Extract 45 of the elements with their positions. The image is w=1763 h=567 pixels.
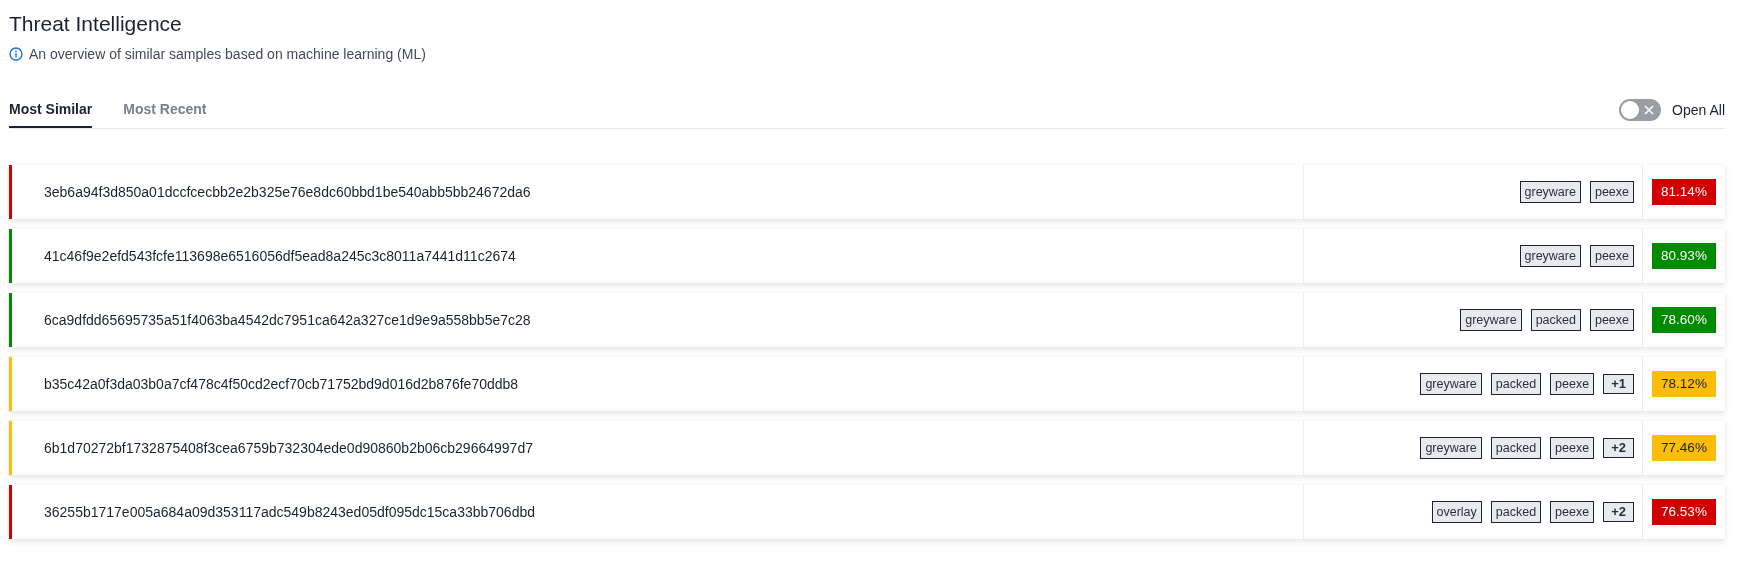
similarity-score: 78.60% bbox=[1652, 307, 1716, 333]
tag: peexe bbox=[1550, 437, 1595, 459]
similarity-score: 78.12% bbox=[1652, 371, 1716, 397]
more-tags-badge[interactable]: +2 bbox=[1603, 502, 1634, 522]
similarity-score: 80.93% bbox=[1652, 243, 1716, 269]
subtitle: An overview of similar samples based on machine learning (ML) bbox=[29, 46, 426, 62]
tag: greyware bbox=[1420, 437, 1482, 459]
tab[interactable]: Most Similar bbox=[9, 101, 93, 128]
similarity-score: 76.53% bbox=[1652, 499, 1716, 525]
info-icon bbox=[9, 47, 23, 61]
sample-hash: 41c46f9e2efd543fcfe113698e6516056df5ead8a245c3c8011a7441d11c2674 bbox=[43, 248, 517, 264]
tag: greyware bbox=[1519, 245, 1581, 267]
tag: peexe bbox=[1589, 181, 1634, 203]
tag: packed bbox=[1530, 309, 1581, 331]
sample-hash: 3eb6a94f3d850a01dccfcecbb2e2b325e76e8dc60bbd1be540abb5bb24672da6 bbox=[43, 184, 532, 200]
sample-row[interactable]: 6ca9dfdd65695735a51f4063ba4542dc7951ca642a327ce1d9e9a558bb5e7c28 greyware packed peexe 78.60% bbox=[9, 293, 1725, 347]
tab[interactable]: Most Recent bbox=[123, 101, 207, 128]
tag: overlay bbox=[1431, 501, 1482, 523]
tag: packed bbox=[1490, 373, 1542, 395]
sample-row[interactable]: 41c46f9e2efd543fcfe113698e6516056df5ead8a245c3c8011a7441d11c2674 greyware peexe 80.93% bbox=[9, 229, 1725, 283]
sample-row[interactable]: 3eb6a94f3d850a01dccfcecbb2e2b325e76e8dc60bbd1be540abb5bb24672da6 greyware peexe 81.14% bbox=[9, 165, 1725, 219]
page-title: Threat Intelligence bbox=[9, 12, 183, 36]
tag: peexe bbox=[1550, 373, 1595, 395]
toggle-label: Open All bbox=[1672, 102, 1725, 118]
sample-row[interactable]: 36255b1717e005a684a09d353117adc549b8243ed05df095dc15ca33bb706dbd overlay packed peexe +2 76.53% bbox=[9, 485, 1725, 539]
tag: greyware bbox=[1519, 181, 1581, 203]
tag: greyware bbox=[1420, 373, 1482, 395]
tag: peexe bbox=[1589, 245, 1634, 267]
similarity-score: 81.14% bbox=[1652, 179, 1716, 205]
sample-hash: 6b1d70272bf1732875408f3cea6759b732304ede0d90860b2b06cb29664997d7 bbox=[43, 440, 534, 456]
sample-row[interactable]: b35c42a0f3da03b0a7cf478c4f50cd2ecf70cb71752bd9d016d2b876fe70ddb8 greyware packed peexe +1 78.12% bbox=[9, 357, 1725, 411]
cross-icon bbox=[1643, 104, 1656, 116]
sample-row[interactable]: 6b1d70272bf1732875408f3cea6759b732304ede0d90860b2b06cb29664997d7 greyware packed peexe +2 77.46% bbox=[9, 421, 1725, 475]
sample-hash: 36255b1717e005a684a09d353117adc549b8243ed05df095dc15ca33bb706dbd bbox=[43, 504, 537, 520]
similarity-score: 77.46% bbox=[1652, 435, 1716, 461]
tag: greyware bbox=[1460, 309, 1522, 331]
toggle-switch[interactable] bbox=[1619, 99, 1662, 121]
tag: packed bbox=[1490, 501, 1542, 523]
more-tags-badge[interactable]: +2 bbox=[1603, 438, 1634, 458]
tag: peexe bbox=[1550, 501, 1595, 523]
sample-hash: b35c42a0f3da03b0a7cf478c4f50cd2ecf70cb71752bd9d016d2b876fe70ddb8 bbox=[43, 376, 520, 392]
tag: packed bbox=[1490, 437, 1542, 459]
sample-hash: 6ca9dfdd65695735a51f4063ba4542dc7951ca642a327ce1d9e9a558bb5e7c28 bbox=[43, 312, 532, 328]
more-tags-badge[interactable]: +1 bbox=[1603, 374, 1634, 394]
tag: peexe bbox=[1589, 309, 1634, 331]
